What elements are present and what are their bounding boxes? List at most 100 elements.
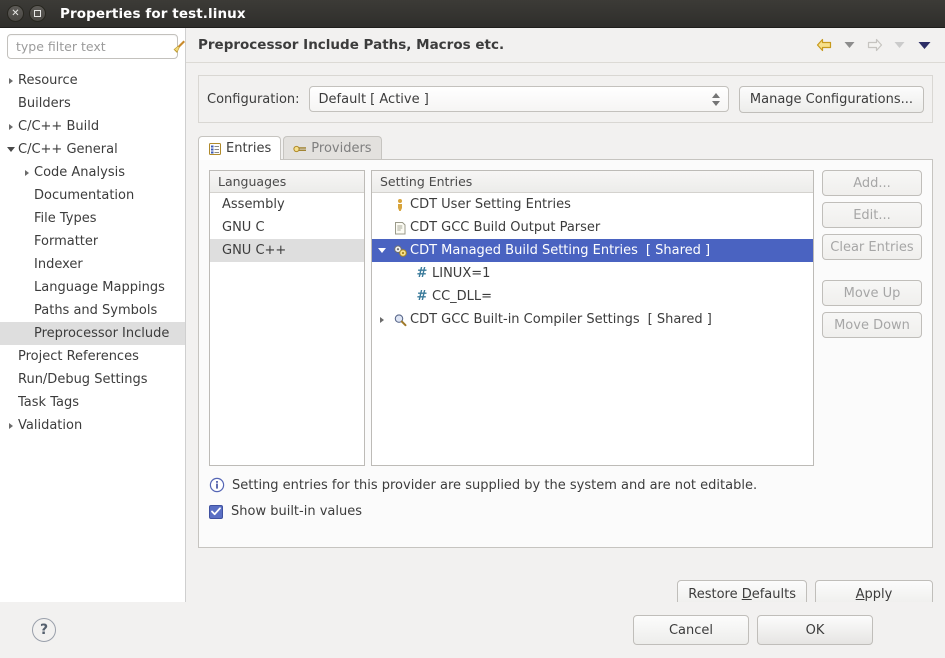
setting-entry-row[interactable]: CDT User Setting Entries xyxy=(372,193,813,216)
entries-icon xyxy=(208,142,222,156)
dialog-footer: ? Cancel OK xyxy=(0,602,945,658)
tab-label: Entries xyxy=(226,141,272,156)
setting-entry-label: CDT GCC Build Output Parser xyxy=(410,220,601,235)
person-icon xyxy=(390,198,410,212)
setting-entry-label: CDT GCC Built-in Compiler Settings xyxy=(410,312,640,327)
setting-entry-label: CDT User Setting Entries xyxy=(410,197,571,212)
provider-info-text: Setting entries for this provider are su… xyxy=(232,477,758,493)
spinner-updown-icon[interactable] xyxy=(711,92,722,106)
providers-icon xyxy=(293,143,307,155)
setting-entry-row[interactable]: CDT GCC Build Output Parser xyxy=(372,216,813,239)
button-group-gap xyxy=(822,266,922,274)
gears-icon xyxy=(390,244,410,258)
ok-button[interactable]: OK xyxy=(757,615,873,645)
edit-button: Edit... xyxy=(822,202,922,228)
search-input[interactable] xyxy=(16,39,172,54)
sidebar-item-file-types[interactable]: File Types xyxy=(0,207,185,230)
sidebar-item-label: Formatter xyxy=(34,234,99,249)
back-menu-chevron-down-icon[interactable] xyxy=(838,35,860,55)
chevron-down-icon[interactable] xyxy=(4,147,18,152)
setting-entry-row[interactable]: CDT GCC Built-in Compiler Settings [ Shar… xyxy=(372,308,813,331)
filter-area xyxy=(0,28,185,59)
sidebar-item-code-analysis[interactable]: Code Analysis xyxy=(0,161,185,184)
sidebar-item-label: C/C++ Build xyxy=(18,119,100,134)
sidebar-item-run-debug-settings[interactable]: Run/Debug Settings xyxy=(0,368,185,391)
languages-list: Languages Assembly GNU C GNU C++ xyxy=(209,170,365,466)
manage-configurations-button[interactable]: Manage Configurations... xyxy=(738,85,924,113)
sidebar-item-resource[interactable]: Resource xyxy=(0,69,185,92)
title-bar: ✕ Properties for test.linux xyxy=(0,0,945,28)
configuration-select[interactable]: Default [ Active ] xyxy=(308,86,729,112)
languages-column-header: Languages xyxy=(210,171,364,193)
cancel-button[interactable]: Cancel xyxy=(633,615,749,645)
back-arrow-icon[interactable] xyxy=(813,35,835,55)
settings-page: Preprocessor Include Paths, Macros etc. xyxy=(186,28,945,630)
sidebar-item-label: Paths and Symbols xyxy=(34,303,158,318)
page-nav-icons xyxy=(813,35,935,55)
configuration-bar: Configuration: Default [ Active ] Manage… xyxy=(198,75,933,123)
entries-column-header: Setting Entries xyxy=(372,171,813,193)
sidebar-item-formatter[interactable]: Formatter xyxy=(0,230,185,253)
sidebar-item-language-mappings[interactable]: Language Mappings xyxy=(0,276,185,299)
chevron-right-icon[interactable] xyxy=(4,123,18,130)
chevron-right-icon[interactable] xyxy=(4,422,18,429)
settings-sidebar: Resource Builders C/C++ Build C/C++ General… xyxy=(0,28,186,630)
sidebar-item-c-c-general[interactable]: C/C++ General xyxy=(0,138,185,161)
settings-tree: Resource Builders C/C++ Build C/C++ General… xyxy=(0,69,185,437)
maximize-icon[interactable] xyxy=(29,5,46,22)
sidebar-item-documentation[interactable]: Documentation xyxy=(0,184,185,207)
provider-info-row: Setting entries for this provider are su… xyxy=(209,477,922,493)
language-list-item[interactable]: Assembly xyxy=(210,193,364,216)
sidebar-item-label: Resource xyxy=(18,73,78,88)
help-icon[interactable]: ? xyxy=(32,618,56,642)
sidebar-item-builders[interactable]: Builders xyxy=(0,92,185,115)
sidebar-item-label: Language Mappings xyxy=(34,280,165,295)
properties-dialog: Resource Builders C/C++ Build C/C++ General… xyxy=(0,28,945,658)
language-list-item[interactable]: GNU C xyxy=(210,216,364,239)
magnifier-icon xyxy=(390,313,410,327)
sidebar-item-task-tags[interactable]: Task Tags xyxy=(0,391,185,414)
move-up-button: Move Up xyxy=(822,280,922,306)
configuration-value: Default [ Active ] xyxy=(318,91,429,107)
sidebar-item-project-references[interactable]: Project References xyxy=(0,345,185,368)
show-builtin-values-row[interactable]: Show built-in values xyxy=(209,504,922,519)
sidebar-item-indexer[interactable]: Indexer xyxy=(0,253,185,276)
view-menu-chevron-down-icon[interactable] xyxy=(913,35,935,55)
tab-entries[interactable]: Entries xyxy=(198,136,282,160)
language-label: GNU C xyxy=(222,220,265,235)
sidebar-item-label: Task Tags xyxy=(18,395,79,410)
move-down-button: Move Down xyxy=(822,312,922,338)
tab-label: Providers xyxy=(311,141,372,156)
chevron-right-icon[interactable] xyxy=(4,77,18,84)
sidebar-item-label: Documentation xyxy=(34,188,135,203)
forward-menu-chevron-down-icon xyxy=(888,35,910,55)
sidebar-item-label: Indexer xyxy=(34,257,83,272)
sidebar-item-label: Run/Debug Settings xyxy=(18,372,148,387)
tab-providers[interactable]: Providers xyxy=(283,136,382,160)
chevron-right-icon[interactable] xyxy=(20,169,34,176)
window-title: Properties for test.linux xyxy=(60,5,246,22)
sidebar-item-label: Preprocessor Include xyxy=(34,326,170,341)
sidebar-item-label: Builders xyxy=(18,96,71,111)
close-icon[interactable]: ✕ xyxy=(7,5,24,22)
sidebar-item-c-c-build[interactable]: C/C++ Build xyxy=(0,115,185,138)
setting-entries-tree: Setting Entries CDT User Setting Entries… xyxy=(371,170,814,466)
sidebar-item-label: C/C++ General xyxy=(18,142,118,157)
broom-icon[interactable] xyxy=(172,39,187,54)
setting-entry-row[interactable]: # LINUX=1 xyxy=(372,262,813,285)
language-list-item[interactable]: GNU C++ xyxy=(210,239,364,262)
macro-hash-icon: # xyxy=(416,266,428,281)
sidebar-item-paths-and-symbols[interactable]: Paths and Symbols xyxy=(0,299,185,322)
setting-entry-row[interactable]: CDT Managed Build Setting Entries [ Share… xyxy=(372,239,813,262)
sidebar-item-label: File Types xyxy=(34,211,97,226)
panes: Languages Assembly GNU C GNU C++ Setting E… xyxy=(209,170,922,466)
chevron-down-icon[interactable] xyxy=(374,248,390,253)
show-builtin-label: Show built-in values xyxy=(231,504,362,519)
info-icon xyxy=(209,477,225,493)
chevron-right-icon[interactable] xyxy=(374,316,390,323)
filter-box[interactable] xyxy=(7,34,185,59)
sidebar-item-preprocessor-include[interactable]: Preprocessor Include xyxy=(0,322,185,345)
setting-entry-row[interactable]: # CC_DLL= xyxy=(372,285,813,308)
show-builtin-checkbox[interactable] xyxy=(209,504,223,519)
sidebar-item-validation[interactable]: Validation xyxy=(0,414,185,437)
